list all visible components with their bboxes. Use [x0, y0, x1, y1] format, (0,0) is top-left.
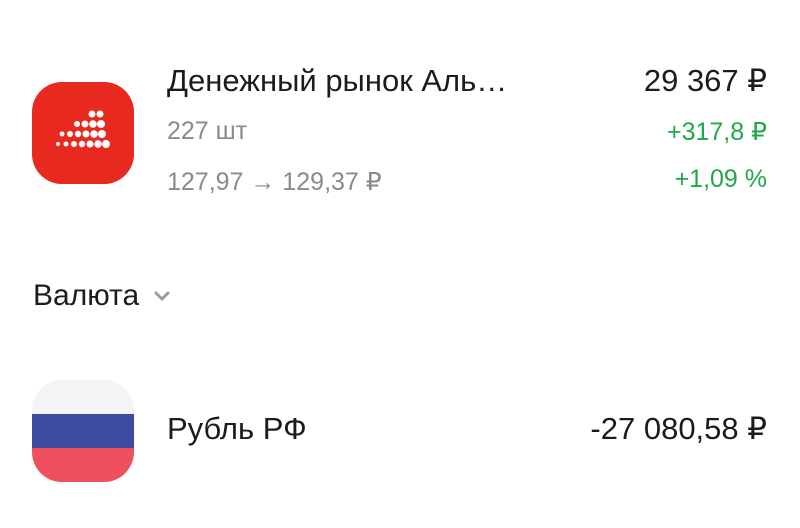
portfolio-screen: Денежный рынок Аль… 227 шт 127,97 → 129,…	[0, 0, 800, 528]
russian-flag-icon	[32, 380, 134, 482]
fund-logo-dots-icon	[32, 82, 134, 184]
holding-name: Денежный рынок Аль…	[167, 63, 508, 98]
holding-row-money-market[interactable]: Денежный рынок Аль… 227 шт 127,97 → 129,…	[0, 55, 800, 215]
holding-value: 29 367 ₽	[643, 63, 767, 98]
holding-gain-percent: +1,09 %	[674, 165, 767, 193]
holding-row-ruble[interactable]: Рубль РФ -27 080,58 ₽	[0, 378, 800, 488]
chevron-down-icon[interactable]	[151, 285, 173, 307]
section-header-currency[interactable]: Валюта	[33, 276, 173, 316]
currency-name: Рубль РФ	[167, 411, 307, 446]
section-title: Валюта	[33, 279, 140, 312]
currency-value: -27 080,58 ₽	[590, 411, 767, 446]
holding-price-change: 127,97 → 129,37 ₽	[167, 168, 382, 196]
holding-gain-absolute: +317,8 ₽	[666, 118, 767, 146]
holding-quantity: 227 шт	[167, 117, 248, 145]
